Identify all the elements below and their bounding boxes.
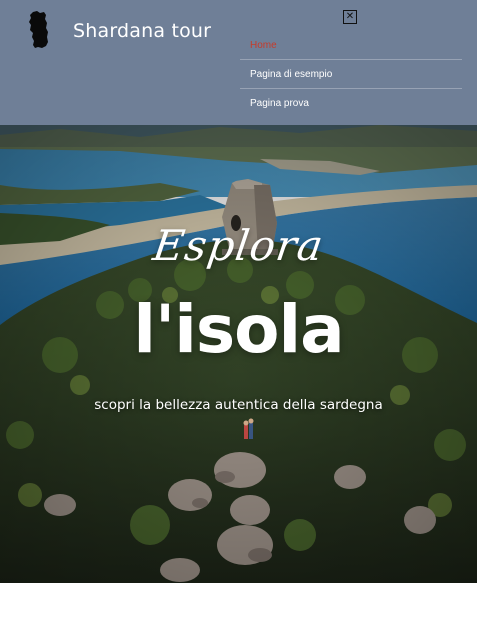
site-title[interactable]: Shardana tour xyxy=(73,20,211,42)
main-nav: Home Pagina di esempio Pagina prova xyxy=(240,31,462,118)
hero-title: l'isola xyxy=(133,291,344,368)
hero-kicker: Esplora xyxy=(150,221,327,270)
nav-item-pagina-prova[interactable]: Pagina prova xyxy=(240,89,462,118)
nav-item-pagina-di-esempio[interactable]: Pagina di esempio xyxy=(240,60,462,89)
close-menu-button[interactable]: ✕ xyxy=(343,10,357,24)
nav-item-home[interactable]: Home xyxy=(240,31,462,60)
sardinia-island-icon[interactable] xyxy=(27,11,51,49)
close-icon: ✕ xyxy=(345,11,355,22)
site-header: Shardana tour ✕ Home Pagina di esempio P… xyxy=(0,0,477,125)
page: Shardana tour ✕ Home Pagina di esempio P… xyxy=(0,0,477,635)
hero-section: Esplora l'isola scopri la bellezza auten… xyxy=(0,125,477,583)
hero-subtitle: scopri la bellezza autentica della sarde… xyxy=(94,397,383,413)
